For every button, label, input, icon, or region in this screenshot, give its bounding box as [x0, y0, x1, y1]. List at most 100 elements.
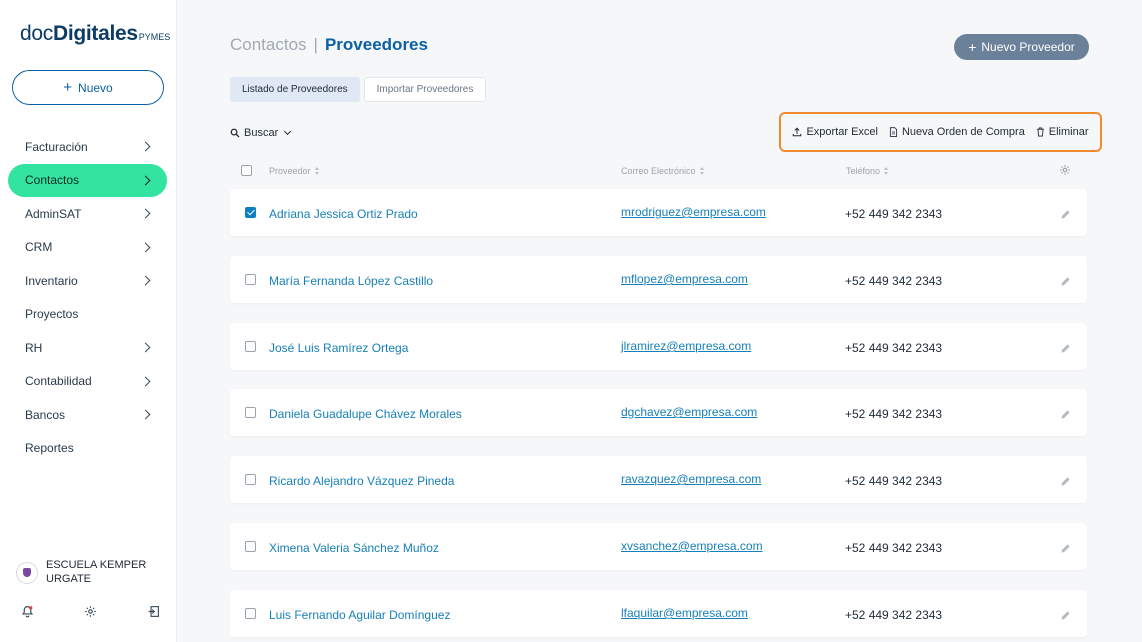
- search-dropdown[interactable]: Buscar: [230, 127, 292, 139]
- column-header-phone[interactable]: Teléfono: [846, 166, 889, 176]
- table-header: Proveedor Correo Electrónico Teléfono: [230, 162, 1087, 180]
- sidebar-item-label: Reportes: [25, 441, 74, 456]
- sidebar-item-label: AdminSAT: [25, 206, 82, 221]
- new-purchase-order-button[interactable]: Nueva Orden de Compra: [889, 126, 1025, 138]
- upload-icon: [793, 127, 802, 137]
- row-checkbox[interactable]: [245, 274, 256, 285]
- row-checkbox[interactable]: [245, 207, 256, 218]
- table-row[interactable]: José Luis Ramírez Ortega jlramirez@empres…: [230, 323, 1087, 370]
- select-all-checkbox[interactable]: [241, 165, 252, 176]
- supplier-email-link[interactable]: mflopez@empresa.com: [621, 272, 748, 286]
- sidebar-item-rh[interactable]: RH: [8, 331, 167, 365]
- logo-text-pymes: PYMES: [138, 32, 171, 42]
- supplier-email-link[interactable]: mrodriguez@empresa.com: [621, 205, 766, 219]
- row-checkbox[interactable]: [245, 407, 256, 418]
- new-button[interactable]: + Nuevo: [12, 70, 164, 105]
- edit-pencil-icon[interactable]: [1060, 341, 1071, 359]
- plus-icon: +: [63, 79, 73, 96]
- gear-icon[interactable]: [83, 604, 97, 618]
- bulk-actions-toolbar: Exportar Excel Nueva Orden de Compra Eli…: [779, 112, 1102, 152]
- chevron-down-icon: [284, 127, 292, 136]
- organization-avatar: [16, 562, 38, 584]
- sidebar-item-label: Contabilidad: [25, 374, 92, 389]
- table-row[interactable]: Luis Fernando Aguilar Domínguez lfaquilar…: [230, 590, 1087, 637]
- trash-icon: [1036, 127, 1044, 137]
- plus-icon: +: [968, 39, 977, 55]
- sort-icon: [699, 167, 705, 175]
- bell-icon[interactable]: [20, 604, 34, 618]
- table-row[interactable]: Adriana Jessica Ortiz Prado mrodriguez@em…: [230, 189, 1087, 236]
- supplier-name-link[interactable]: José Luis Ramírez Ortega: [269, 341, 408, 355]
- sidebar-item-label: Inventario: [25, 273, 78, 288]
- row-checkbox[interactable]: [245, 341, 256, 352]
- sidebar-item-label: Contactos: [25, 173, 80, 188]
- organization-info[interactable]: ESCUELA KEMPER URGATE: [16, 558, 166, 586]
- chevron-right-icon: [140, 175, 151, 186]
- edit-pencil-icon[interactable]: [1060, 274, 1071, 292]
- breadcrumb-contactos[interactable]: Contactos: [230, 35, 307, 55]
- tab-importar-proveedores[interactable]: Importar Proveedores: [363, 77, 487, 102]
- chevron-right-icon: [140, 376, 151, 387]
- column-header-supplier-label: Proveedor: [269, 166, 311, 176]
- supplier-name-link[interactable]: Ricardo Alejandro Vázquez Pineda: [269, 474, 454, 488]
- row-checkbox[interactable]: [245, 608, 256, 619]
- column-header-supplier[interactable]: Proveedor: [269, 166, 320, 176]
- chevron-right-icon: [140, 208, 151, 219]
- edit-pencil-icon[interactable]: [1060, 207, 1071, 225]
- logo-text-doc: doc: [20, 22, 53, 45]
- supplier-email-link[interactable]: ravazquez@empresa.com: [621, 472, 761, 486]
- new-purchase-order-label: Nueva Orden de Compra: [901, 126, 1025, 138]
- edit-pencil-icon[interactable]: [1060, 407, 1071, 425]
- chevron-right-icon: [140, 409, 151, 420]
- export-excel-button[interactable]: Exportar Excel: [792, 126, 878, 138]
- supplier-email-link[interactable]: xvsanchez@empresa.com: [621, 539, 763, 553]
- sidebar-item-reportes[interactable]: Reportes: [8, 432, 167, 466]
- table-row[interactable]: Ximena Valeria Sánchez Muñoz xvsanchez@em…: [230, 523, 1087, 570]
- app-logo[interactable]: docDigitalesPYMES: [20, 22, 170, 46]
- table-row[interactable]: Daniela Guadalupe Chávez Morales dgchavez…: [230, 389, 1087, 436]
- logout-icon[interactable]: [146, 604, 160, 618]
- sidebar-item-label: Proyectos: [25, 307, 79, 322]
- sidebar-item-crm[interactable]: CRM: [8, 231, 167, 265]
- sidebar-item-label: CRM: [25, 240, 53, 255]
- delete-button[interactable]: Eliminar: [1036, 126, 1089, 138]
- sidebar-footer: [20, 604, 160, 618]
- row-checkbox[interactable]: [245, 541, 256, 552]
- sidebar-nav: Facturación Contactos AdminSAT CRM Inventari…: [8, 130, 167, 465]
- export-excel-label: Exportar Excel: [806, 126, 878, 138]
- sidebar-item-facturacion[interactable]: Facturación: [8, 130, 167, 164]
- supplier-name-link[interactable]: Daniela Guadalupe Chávez Morales: [269, 407, 462, 421]
- table-row[interactable]: María Fernanda López Castillo mflopez@emp…: [230, 256, 1087, 303]
- row-checkbox[interactable]: [245, 474, 256, 485]
- supplier-phone: +52 449 342 2343: [845, 207, 943, 221]
- breadcrumb-separator: |: [313, 35, 318, 54]
- column-header-email[interactable]: Correo Electrónico: [621, 166, 705, 176]
- sidebar-item-contactos[interactable]: Contactos: [8, 163, 167, 197]
- supplier-email-link[interactable]: jlramirez@empresa.com: [621, 339, 751, 353]
- sort-icon: [314, 167, 320, 175]
- sidebar-item-adminsat[interactable]: AdminSAT: [8, 197, 167, 231]
- sidebar-item-bancos[interactable]: Bancos: [8, 398, 167, 432]
- sort-icon: [884, 167, 889, 175]
- supplier-name-link[interactable]: Ximena Valeria Sánchez Muñoz: [269, 541, 439, 555]
- sidebar-item-proyectos[interactable]: Proyectos: [8, 298, 167, 332]
- supplier-name-link[interactable]: Adriana Jessica Ortiz Prado: [269, 207, 418, 221]
- supplier-name-link[interactable]: Luis Fernando Aguilar Domínguez: [269, 608, 450, 622]
- new-supplier-button[interactable]: + Nuevo Proveedor: [954, 34, 1089, 60]
- edit-pencil-icon[interactable]: [1060, 608, 1071, 626]
- sidebar-item-contabilidad[interactable]: Contabilidad: [8, 365, 167, 399]
- sidebar-item-inventario[interactable]: Inventario: [8, 264, 167, 298]
- search-label: Buscar: [244, 127, 279, 139]
- supplier-email-link[interactable]: dgchavez@empresa.com: [621, 405, 757, 419]
- new-button-label: Nuevo: [78, 80, 113, 95]
- organization-name-line2: URGATE: [46, 573, 92, 585]
- table-row[interactable]: Ricardo Alejandro Vázquez Pineda ravazque…: [230, 456, 1087, 503]
- supplier-phone: +52 449 342 2343: [845, 474, 943, 488]
- supplier-email-link[interactable]: lfaquilar@empresa.com: [621, 606, 748, 620]
- supplier-phone: +52 449 342 2343: [845, 541, 943, 555]
- edit-pencil-icon[interactable]: [1060, 474, 1071, 492]
- tab-listado-proveedores[interactable]: Listado de Proveedores: [230, 77, 360, 102]
- edit-pencil-icon[interactable]: [1060, 541, 1071, 559]
- supplier-name-link[interactable]: María Fernanda López Castillo: [269, 274, 433, 288]
- column-settings-gear-icon[interactable]: [1059, 164, 1071, 178]
